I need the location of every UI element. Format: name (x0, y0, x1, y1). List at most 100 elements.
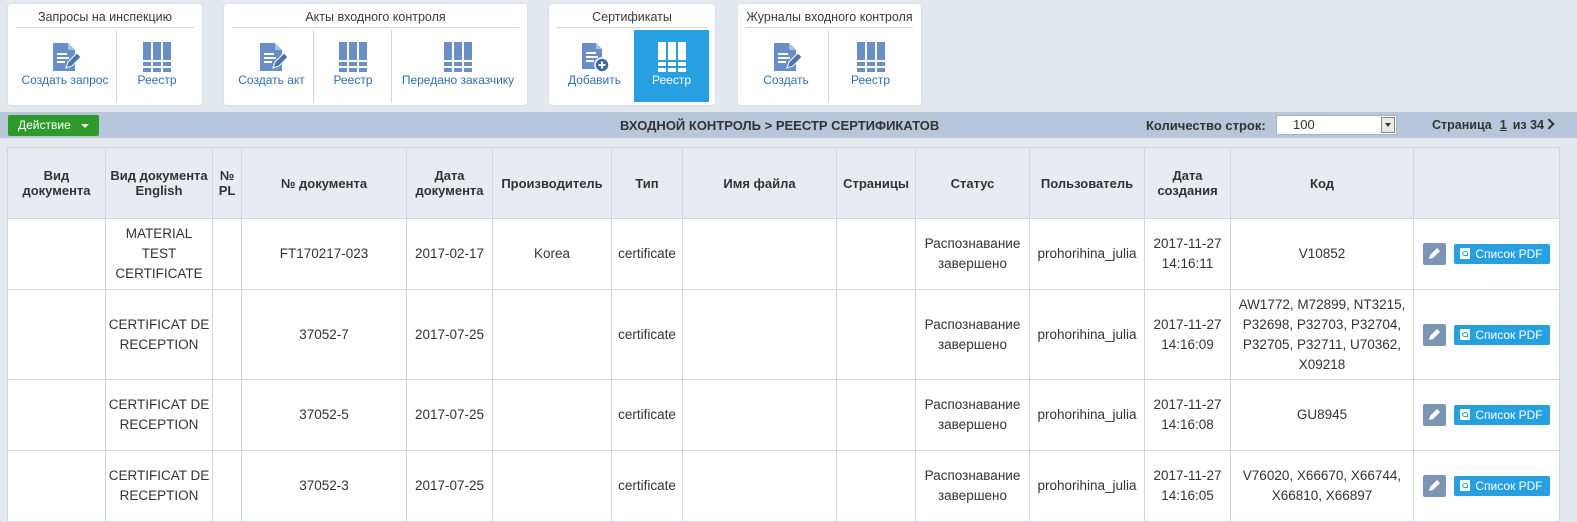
edit-button[interactable] (1423, 404, 1447, 426)
cell-user: prohorihina_julia (1029, 379, 1145, 451)
cell-status: Распознавание завершено (915, 379, 1030, 451)
cell-doc-no: FT170217-023 (241, 218, 407, 290)
cell-status: Распознавание завершено (915, 450, 1030, 522)
cell-pl (212, 379, 242, 451)
edit-button[interactable] (1423, 475, 1447, 497)
cell-type: certificate (611, 218, 683, 290)
cell-pl (212, 450, 242, 522)
inspection-registry-button[interactable]: Реестр (116, 30, 197, 102)
create-journal-button[interactable]: Создать (744, 30, 828, 102)
edit-button[interactable] (1423, 323, 1447, 346)
cell-created: 2017-11-27 14:16:08 (1144, 379, 1231, 451)
pdf-list-button[interactable]: Список PDF (1454, 324, 1550, 345)
table-row[interactable]: CERTIFICAT DE RECEPTION 37052-5 2017-07-… (7, 379, 1560, 451)
pdf-list-button[interactable]: Список PDF (1454, 244, 1550, 264)
col-header-user[interactable]: Пользователь (1029, 147, 1145, 219)
certificates-table-wrap: Вид документа Вид документа English № PL… (7, 147, 1560, 522)
cell-pl (212, 218, 242, 290)
header-bar: Действие ВХОДНОЙ КОНТРОЛЬ > РЕЕСТР СЕРТИ… (0, 112, 1577, 138)
cell-pages (836, 218, 916, 290)
edit-button[interactable] (1423, 243, 1447, 265)
table-header-row: Вид документа Вид документа English № PL… (7, 147, 1560, 219)
col-header-pl[interactable]: № PL (212, 147, 242, 219)
cell-doc-type-en: CERTIFICAT DE RECEPTION (105, 379, 213, 451)
group-title: Акты входного контроля (232, 10, 519, 28)
cell-file (682, 218, 837, 290)
transferred-to-customer-button[interactable]: Передано заказчику (391, 30, 524, 102)
col-header-type[interactable]: Тип (611, 147, 683, 219)
col-header-created[interactable]: Дата создания (1144, 147, 1231, 219)
col-header-doc-date[interactable]: Дата документа (406, 147, 493, 219)
cell-doc-date: 2017-02-17 (406, 218, 493, 290)
table-row[interactable]: MATERIAL TEST CERTIFICATE FT170217-023 2… (7, 218, 1560, 290)
document-plus-icon (578, 41, 612, 76)
pagination: Страница 1 из 34 (1432, 118, 1555, 132)
cell-created: 2017-11-27 14:16:09 (1144, 289, 1231, 380)
cell-doc-no: 37052-3 (241, 450, 407, 522)
group-title: Запросы на инспекцию (16, 10, 194, 28)
cell-file (682, 289, 837, 380)
col-header-doc-no[interactable]: № документа (241, 147, 407, 219)
col-header-doc-type-en[interactable]: Вид документа English (105, 147, 213, 219)
pdf-icon (1460, 480, 1471, 491)
add-certificate-label: Добавить (567, 73, 622, 87)
col-header-file[interactable]: Имя файла (682, 147, 837, 219)
table-row[interactable]: CERTIFICAT DE RECEPTION 37052-3 2017-07-… (7, 450, 1560, 522)
col-header-pages[interactable]: Страницы (836, 147, 916, 219)
pdf-list-button[interactable]: Список PDF (1454, 405, 1550, 425)
pencil-icon (1429, 480, 1441, 491)
create-request-button[interactable]: Создать запрос (14, 30, 116, 102)
cell-maker (492, 289, 612, 380)
pencil-icon (1429, 248, 1441, 259)
transferred-to-customer-label: Передано заказчику (401, 73, 515, 87)
rows-count-value: 100 (1293, 117, 1315, 132)
create-request-label: Создать запрос (21, 73, 109, 87)
pdf-list-label: Список PDF (1475, 479, 1543, 493)
cell-file (682, 450, 837, 522)
group-incoming-acts: Акты входного контроля Создать акт Реест… (224, 4, 527, 105)
cell-actions: Список PDF (1413, 218, 1560, 290)
cell-actions: Список PDF (1413, 450, 1560, 522)
registry-grid-icon (856, 41, 886, 76)
pdf-icon (1460, 409, 1471, 420)
cell-maker (492, 379, 612, 451)
document-pencil-icon (48, 41, 82, 76)
page-current-link[interactable]: 1 (1500, 118, 1507, 132)
cell-actions: Список PDF (1413, 289, 1560, 380)
col-header-doc-type[interactable]: Вид документа (7, 147, 106, 219)
cell-status: Распознавание завершено (915, 218, 1030, 290)
cell-type: certificate (611, 289, 683, 380)
col-header-status[interactable]: Статус (915, 147, 1030, 219)
col-header-actions (1413, 147, 1560, 219)
add-certificate-button[interactable]: Добавить (555, 30, 634, 102)
dropdown-arrow-icon[interactable] (1381, 117, 1395, 133)
cell-doc-no: 37052-5 (241, 379, 407, 451)
rows-count-label: Количество строк: (1146, 118, 1266, 133)
pencil-icon (1429, 409, 1441, 420)
cell-doc-type (7, 218, 106, 290)
certificates-table: Вид документа Вид документа English № PL… (7, 147, 1560, 522)
toolbar: Запросы на инспекцию Создать запрос Реес… (0, 0, 1577, 112)
pdf-list-label: Список PDF (1475, 408, 1543, 422)
create-act-button[interactable]: Создать акт (230, 30, 313, 102)
col-header-code[interactable]: Код (1230, 147, 1414, 219)
certificates-registry-label: Реестр (652, 73, 691, 87)
rows-count-select[interactable]: 100 (1276, 115, 1397, 135)
next-page-icon[interactable] (1543, 118, 1555, 130)
cell-actions: Список PDF (1413, 379, 1560, 451)
journals-registry-button[interactable]: Реестр (828, 30, 912, 102)
cell-doc-no: 37052-7 (241, 289, 407, 380)
group-certificates: Сертификаты Добавить Реестр (549, 4, 715, 105)
create-journal-label: Создать (763, 73, 809, 87)
acts-registry-label: Реестр (333, 73, 373, 87)
col-header-maker[interactable]: Производитель (492, 147, 612, 219)
action-dropdown-button[interactable]: Действие (8, 115, 99, 136)
cell-doc-date: 2017-07-25 (406, 289, 493, 380)
group-title: Журналы входного контроля (746, 10, 913, 28)
certificates-registry-button[interactable]: Реестр (634, 30, 709, 102)
pdf-list-button[interactable]: Список PDF (1454, 476, 1550, 496)
cell-code: V76020, X66670, X66744, X66810, X66897 (1230, 450, 1414, 522)
table-row[interactable]: CERTIFICAT DE RECEPTION 37052-7 2017-07-… (7, 289, 1560, 380)
acts-registry-button[interactable]: Реестр (313, 30, 392, 102)
inspection-registry-label: Реестр (137, 73, 177, 87)
